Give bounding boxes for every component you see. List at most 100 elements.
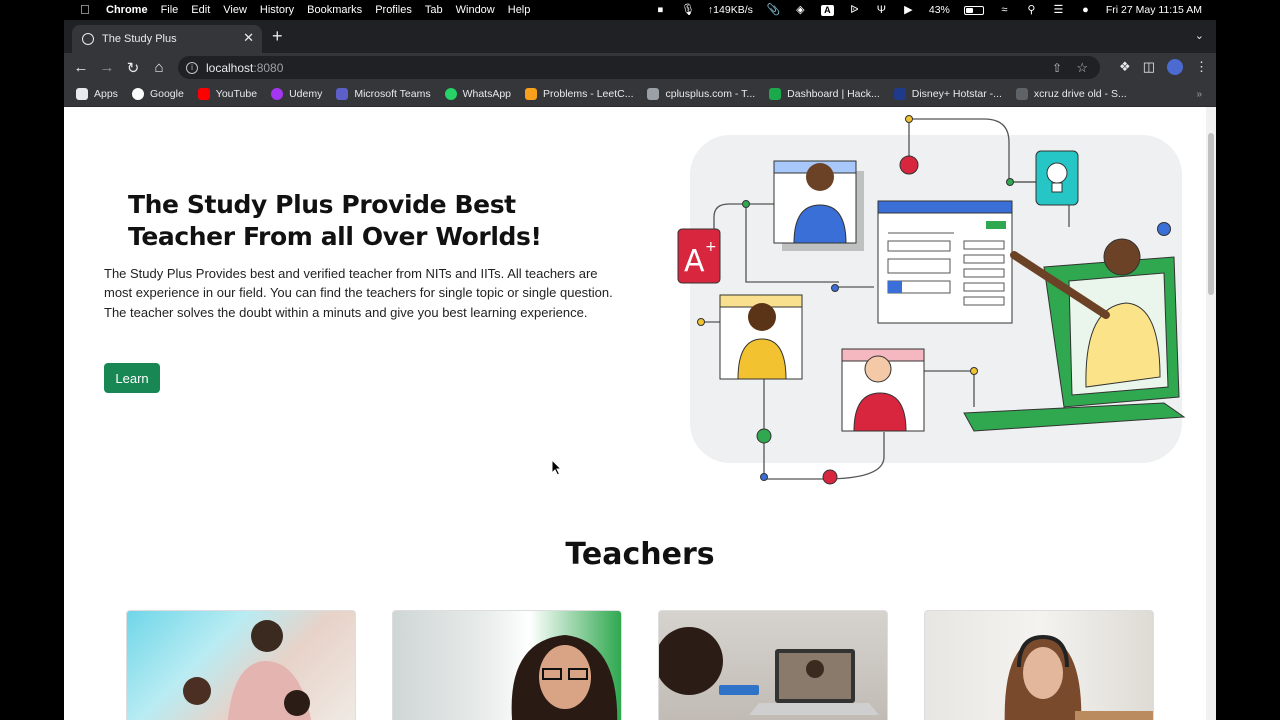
- share-icon[interactable]: ⇧: [1052, 61, 1062, 75]
- worksheet-titlebar: [877, 200, 1013, 214]
- bookmark-hackerrank[interactable]: Dashboard | Hack...: [769, 88, 880, 100]
- microphone-icon[interactable]: 🎙: [681, 4, 695, 16]
- paperclip-icon[interactable]: 📎: [767, 4, 781, 16]
- menu-help[interactable]: Help: [508, 4, 531, 16]
- close-icon[interactable]: ✕: [243, 31, 254, 45]
- bookmark-cplusplus[interactable]: cplusplus.com - T...: [647, 88, 755, 100]
- lightbulb-icon: [1046, 162, 1068, 184]
- tab-search-chevron-icon[interactable]: ⌄: [1195, 29, 1204, 42]
- apple-icon[interactable]: : [80, 3, 92, 17]
- bookmark-google[interactable]: Google: [131, 88, 184, 100]
- google-icon: [131, 88, 144, 100]
- page-scrollbar[interactable]: [1206, 107, 1216, 720]
- spotlight-search-icon[interactable]: ⚲: [1025, 4, 1038, 16]
- status-area: ⏹ 🎙 ↑149KB/s 📎 ◈ A ᐉ Ψ ▶ 43% ≈ ⚲ ☰ ● Fri…: [654, 4, 1202, 16]
- cplusplus-icon: [647, 88, 660, 100]
- bookmark-hotstar[interactable]: Disney+ Hotstar -...: [893, 88, 1002, 100]
- play-circle-icon[interactable]: ▶: [902, 4, 915, 16]
- teacher-card-2[interactable]: [392, 610, 622, 720]
- siri-icon[interactable]: ●: [1079, 4, 1092, 16]
- menubar-clock[interactable]: Fri 27 May 11:15 AM: [1106, 4, 1202, 16]
- worksheet-button: [986, 221, 1006, 229]
- plus-icon: +: [705, 239, 717, 255]
- bookmark-whatsapp[interactable]: WhatsApp: [444, 88, 511, 100]
- scrollbar-thumb[interactable]: [1208, 133, 1214, 295]
- teacher-photo-woman-glasses: [511, 635, 618, 720]
- reload-icon[interactable]: ↻: [120, 59, 146, 77]
- browser-toolbar: ← → ↻ ⌂ i localhost:8080 ⇧ ☆ ❖ ◫ ⋮: [64, 53, 1216, 82]
- forward-arrow-icon[interactable]: →: [94, 59, 120, 76]
- bookmark-udemy[interactable]: Udemy: [271, 88, 322, 100]
- side-panel-icon[interactable]: ◫: [1143, 59, 1155, 75]
- extensions-puzzle-icon[interactable]: ❖: [1119, 59, 1131, 75]
- back-arrow-icon[interactable]: ←: [68, 59, 94, 76]
- person-face: [1023, 647, 1063, 699]
- menu-tab[interactable]: Tab: [425, 4, 443, 16]
- learn-button[interactable]: Learn: [104, 363, 160, 393]
- menu-window[interactable]: Window: [456, 4, 495, 16]
- connector-dot-red: [899, 155, 919, 175]
- url-host: localhost: [206, 60, 254, 75]
- caller-head: [806, 660, 824, 678]
- grade-a-plus-icon: A: [684, 244, 705, 279]
- menu-view[interactable]: View: [223, 4, 247, 16]
- page-viewport: The Study Plus Provide Best Teacher From…: [64, 107, 1216, 720]
- whatsapp-icon: [444, 88, 457, 100]
- url-port: :8080: [253, 60, 284, 75]
- new-tab-plus-icon[interactable]: +: [272, 27, 283, 45]
- bluetooth-icon[interactable]: ᐉ: [848, 4, 861, 16]
- worksheet-highlight: [888, 281, 902, 293]
- address-bar[interactable]: i localhost:8080 ⇧ ☆: [178, 56, 1100, 79]
- teams-icon: [336, 88, 349, 100]
- menu-file[interactable]: File: [161, 4, 179, 16]
- tab-the-study-plus[interactable]: The Study Plus ✕: [72, 25, 262, 53]
- layers-icon[interactable]: ◈: [794, 4, 807, 16]
- mouse-cursor-icon: [551, 459, 563, 476]
- home-icon[interactable]: ⌂: [146, 59, 172, 76]
- menu-history[interactable]: History: [260, 4, 294, 16]
- teacher-card-1[interactable]: [126, 610, 356, 720]
- person-head: [251, 620, 283, 652]
- teacher-card-4[interactable]: [924, 610, 1154, 720]
- teacher-card-3[interactable]: [658, 610, 888, 720]
- child-head: [284, 690, 310, 716]
- wifi-icon[interactable]: ≈: [998, 4, 1011, 16]
- person-face: [539, 645, 591, 709]
- menu-profiles[interactable]: Profiles: [375, 4, 412, 16]
- battery-percent: 43%: [928, 4, 950, 16]
- fork-icon[interactable]: Ψ: [875, 4, 888, 16]
- connector-dot-yellow: [697, 318, 705, 326]
- student-head: [659, 627, 723, 695]
- menu-bookmarks[interactable]: Bookmarks: [307, 4, 362, 16]
- record-stop-icon[interactable]: ⏹: [654, 4, 667, 16]
- tab-title: The Study Plus: [102, 33, 177, 45]
- bookmark-youtube[interactable]: YouTube: [197, 88, 257, 100]
- profile-avatar[interactable]: [1167, 59, 1183, 75]
- teacher-avatar-head: [1103, 238, 1141, 276]
- battery-icon[interactable]: [963, 5, 984, 15]
- student-avatar-head: [748, 303, 776, 331]
- bookmark-star-icon[interactable]: ☆: [1076, 60, 1088, 76]
- student-avatar-head: [864, 355, 892, 383]
- bookmark-leetcode[interactable]: Problems - LeetC...: [525, 88, 633, 100]
- laptop-keyboard: [749, 703, 879, 715]
- tab-strip: The Study Plus ✕ + ⌄: [64, 20, 1216, 53]
- youtube-icon: [197, 88, 210, 100]
- connector-dot-yellow: [905, 115, 913, 123]
- teacher-photo-classroom: [183, 620, 312, 720]
- network-speed: ↑149KB/s: [707, 4, 753, 16]
- toolbar-right: ❖ ◫ ⋮: [1119, 59, 1208, 75]
- kebab-menu-icon[interactable]: ⋮: [1195, 59, 1208, 75]
- menu-app-name[interactable]: Chrome: [106, 4, 148, 16]
- site-info-icon[interactable]: i: [186, 61, 198, 74]
- bookmark-apps[interactable]: Apps: [76, 88, 118, 100]
- control-center-icon[interactable]: ☰: [1052, 4, 1065, 16]
- bookmarks-overflow-icon[interactable]: »: [1196, 89, 1202, 100]
- input-source-icon[interactable]: A: [820, 4, 834, 16]
- hero-description: The Study Plus Provides best and verifie…: [104, 266, 613, 320]
- bookmark-xcruz-drive[interactable]: xcruz drive old - S...: [1015, 88, 1127, 100]
- hero-title: The Study Plus Provide Best Teacher From…: [128, 190, 542, 251]
- menu-edit[interactable]: Edit: [191, 4, 210, 16]
- bookmark-microsoft-teams[interactable]: Microsoft Teams: [336, 88, 431, 100]
- online-teaching-illustration: A +: [677, 115, 1186, 485]
